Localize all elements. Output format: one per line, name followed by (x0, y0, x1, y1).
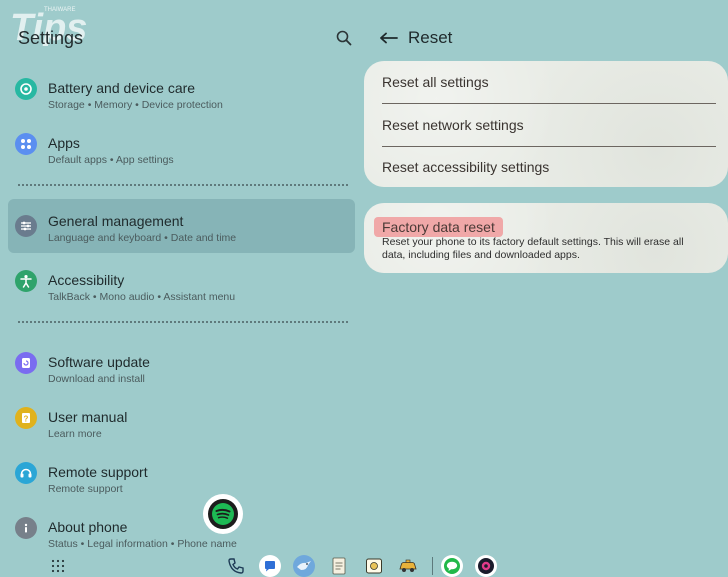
menu-item-accessibility[interactable]: Accessibility TalkBack • Mono audio • As… (8, 264, 355, 318)
spotify-icon (207, 498, 239, 530)
section-divider (18, 321, 348, 323)
floating-spotify-button[interactable] (203, 494, 243, 534)
menu-item-title: Accessibility (48, 272, 125, 288)
menu-item-title: User manual (48, 409, 128, 425)
menu-item-title: Software update (48, 354, 150, 370)
menu-item-title: Battery and device care (48, 80, 196, 96)
reset-header: Reset (380, 26, 452, 50)
bird-app-icon[interactable] (293, 555, 315, 577)
reset-options-card: Reset all settings Reset network setting… (364, 61, 728, 187)
battery-care-icon (15, 78, 37, 100)
apps-icon (15, 133, 37, 155)
svg-text:?: ? (24, 415, 29, 424)
factory-data-reset-description: Reset your phone to its factory default … (382, 236, 684, 261)
camera-app-icon[interactable] (475, 555, 497, 577)
settings-pane: THAIWARE Tips Settings Battery and devic… (0, 0, 362, 577)
messages-icon[interactable] (259, 555, 281, 577)
section-divider (18, 184, 348, 186)
menu-item-user-manual[interactable]: ? User manual Learn more (8, 401, 355, 455)
reset-accessibility-settings-option[interactable]: Reset accessibility settings (382, 146, 716, 188)
svg-text:THAIWARE: THAIWARE (44, 7, 75, 13)
menu-item-title: General management (48, 213, 184, 229)
option-label: Reset all settings (382, 74, 489, 90)
menu-item-remote-support[interactable]: Remote support Remote support (8, 456, 355, 510)
back-arrow-icon[interactable] (380, 30, 398, 46)
factory-data-reset-title: Factory data reset (374, 217, 503, 237)
taxi-app-icon[interactable] (397, 555, 419, 577)
manual-icon: ? (15, 407, 37, 429)
software-update-icon (15, 352, 37, 374)
app-drawer-icon[interactable] (50, 558, 66, 574)
phone-icon[interactable] (225, 555, 247, 577)
factory-data-reset-card[interactable]: Factory data reset Reset your phone to i… (364, 203, 728, 273)
page-title: Settings (18, 27, 84, 48)
menu-item-subtitle: Language and keyboard • Date and time (48, 232, 237, 244)
info-icon (15, 517, 37, 539)
sliders-icon (15, 215, 37, 237)
accessibility-icon (15, 270, 37, 292)
dock-divider (432, 557, 433, 575)
menu-item-title: Remote support (48, 464, 148, 480)
headset-icon (15, 462, 37, 484)
page-title: Reset (408, 28, 453, 47)
menu-item-subtitle: Default apps • App settings (48, 154, 174, 166)
menu-item-general-management[interactable]: General management Language and keyboard… (8, 199, 355, 253)
menu-item-subtitle: Remote support (48, 483, 123, 495)
notes-icon[interactable] (328, 555, 350, 577)
gallery-icon[interactable] (363, 555, 385, 577)
option-label: Reset accessibility settings (382, 159, 550, 175)
menu-item-software-update[interactable]: Software update Download and install (8, 346, 355, 400)
menu-item-battery-device-care[interactable]: Battery and device care Storage • Memory… (8, 72, 355, 126)
menu-item-subtitle: Learn more (48, 428, 102, 440)
reset-all-settings-option[interactable]: Reset all settings (382, 61, 716, 103)
menu-item-subtitle: Download and install (48, 373, 145, 385)
menu-item-subtitle: Storage • Memory • Device protection (48, 99, 223, 111)
menu-item-subtitle: TalkBack • Mono audio • Assistant menu (48, 291, 236, 303)
menu-item-subtitle: Status • Legal information • Phone name (48, 538, 237, 550)
menu-item-apps[interactable]: Apps Default apps • App settings (8, 127, 355, 181)
reset-network-settings-option[interactable]: Reset network settings (382, 104, 716, 146)
option-label: Reset network settings (382, 117, 524, 133)
settings-header: Settings (18, 26, 354, 50)
search-icon[interactable] (334, 28, 354, 48)
menu-item-title: Apps (48, 135, 80, 151)
line-icon[interactable] (441, 555, 463, 577)
